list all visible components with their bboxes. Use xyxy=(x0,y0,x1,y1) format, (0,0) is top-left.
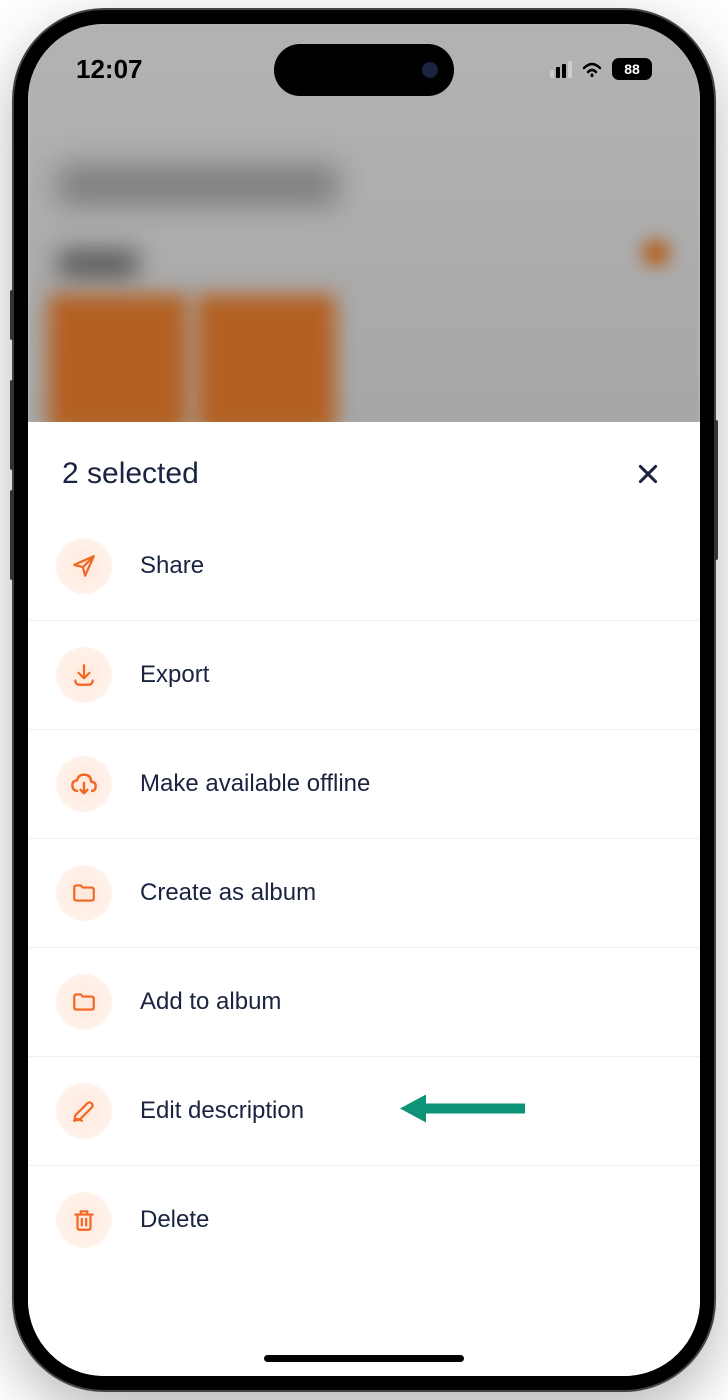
share-item[interactable]: Share xyxy=(28,512,700,621)
pencil-icon xyxy=(56,1083,112,1139)
edit-description-label: Edit description xyxy=(140,1097,304,1125)
status-right: 88 xyxy=(550,58,652,80)
export-item[interactable]: Export xyxy=(28,621,700,730)
front-camera xyxy=(422,62,438,78)
arrow-annotation xyxy=(400,1091,530,1132)
status-time: 12:07 xyxy=(76,54,143,85)
wifi-icon xyxy=(580,60,604,78)
cloud-download-icon xyxy=(56,756,112,812)
battery-level: 88 xyxy=(624,61,640,77)
offline-label: Make available offline xyxy=(140,770,370,798)
battery-icon: 88 xyxy=(612,58,652,80)
share-icon xyxy=(56,538,112,594)
export-icon xyxy=(56,647,112,703)
volume-down xyxy=(10,490,14,580)
menu-list: Share Export xyxy=(28,512,700,1274)
delete-item[interactable]: Delete xyxy=(28,1166,700,1274)
power-button xyxy=(714,420,718,560)
trash-icon xyxy=(56,1192,112,1248)
close-icon xyxy=(635,461,661,487)
volume-up xyxy=(10,380,14,470)
sheet-title: 2 selected xyxy=(62,457,199,491)
silence-switch xyxy=(10,290,14,340)
close-button[interactable] xyxy=(630,456,666,492)
create-album-label: Create as album xyxy=(140,879,316,907)
add-album-item[interactable]: Add to album xyxy=(28,948,700,1057)
edit-description-item[interactable]: Edit description xyxy=(28,1057,700,1166)
phone-frame: 12:07 88 2 selected xyxy=(14,10,714,1390)
add-album-label: Add to album xyxy=(140,988,281,1016)
phone-screen: 12:07 88 2 selected xyxy=(28,24,700,1376)
action-sheet: 2 selected Share xyxy=(28,422,700,1376)
export-label: Export xyxy=(140,661,209,689)
home-indicator[interactable] xyxy=(264,1355,464,1362)
folder-icon xyxy=(56,974,112,1030)
offline-item[interactable]: Make available offline xyxy=(28,730,700,839)
sheet-header: 2 selected xyxy=(28,422,700,512)
folder-icon xyxy=(56,865,112,921)
create-album-item[interactable]: Create as album xyxy=(28,839,700,948)
delete-label: Delete xyxy=(140,1206,209,1234)
dynamic-island xyxy=(274,44,454,96)
share-label: Share xyxy=(140,552,204,580)
cellular-icon xyxy=(550,60,572,78)
